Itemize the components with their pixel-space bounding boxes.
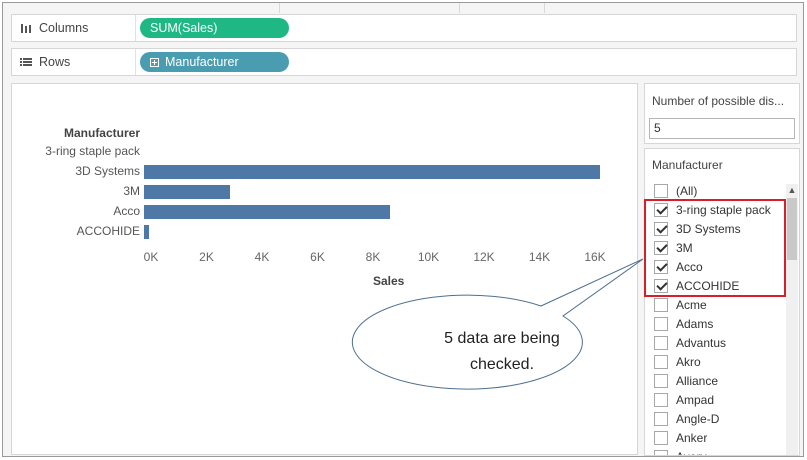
checkbox-unchecked-icon[interactable] bbox=[654, 297, 668, 312]
filter-item[interactable]: Alliance bbox=[654, 371, 718, 390]
filter-item[interactable]: Adams bbox=[654, 314, 713, 333]
filter-scrollbar[interactable]: ▲ bbox=[786, 184, 798, 455]
parameter-input[interactable]: 5 bbox=[649, 118, 795, 139]
x-tick-label: 6K bbox=[310, 250, 325, 264]
rows-label-text: Rows bbox=[39, 55, 71, 69]
manufacturer-pill[interactable]: Manufacturer bbox=[140, 52, 289, 72]
plus-box-icon[interactable] bbox=[150, 57, 159, 67]
category-label: 3M bbox=[123, 184, 140, 198]
x-tick-label: 10K bbox=[417, 250, 440, 264]
filter-title: Manufacturer bbox=[652, 158, 723, 172]
bar[interactable] bbox=[144, 185, 231, 199]
chart-view: Manufacturer 3-ring staple pack 3D System… bbox=[11, 83, 638, 455]
filter-item[interactable]: Avery bbox=[654, 447, 706, 456]
row-header: Manufacturer bbox=[63, 126, 140, 140]
filter-item-label: (All) bbox=[676, 183, 698, 198]
divider bbox=[544, 3, 545, 13]
category-label: 3D Systems bbox=[75, 164, 140, 178]
manufacturer-pill-label: Manufacturer bbox=[165, 55, 239, 69]
filter-item-label: Anker bbox=[676, 430, 708, 445]
filter-item-label: Ampad bbox=[676, 392, 715, 407]
filter-item-label: Adams bbox=[676, 316, 714, 331]
filter-item[interactable]: Angle-D bbox=[654, 409, 719, 428]
filter-item-label: Avery bbox=[676, 450, 706, 456]
filter-item[interactable]: (All) bbox=[654, 181, 697, 200]
x-tick-label: 4K bbox=[254, 250, 270, 264]
filter-item-label: Alliance bbox=[676, 373, 719, 388]
rows-shelf-label: Rows bbox=[12, 49, 136, 75]
parameter-title: Number of possible dis... bbox=[652, 94, 785, 108]
filter-item-label: Akro bbox=[676, 354, 701, 369]
columns-icon bbox=[21, 23, 31, 33]
x-tick-label: 12K bbox=[473, 250, 495, 264]
x-tick-label: 0K bbox=[143, 250, 159, 264]
manufacturer-filter-card: Manufacturer (All) 3-ring staple pack 3D S… bbox=[644, 148, 800, 456]
filter-item[interactable]: Ampad bbox=[654, 390, 714, 409]
checkbox-unchecked-icon[interactable] bbox=[654, 354, 668, 369]
checkbox-unchecked-icon[interactable] bbox=[654, 411, 668, 426]
checkbox-unchecked-icon[interactable] bbox=[654, 373, 668, 388]
x-tick-label: 2K bbox=[199, 250, 214, 264]
sum-sales-pill-label: SUM(Sales) bbox=[150, 21, 218, 35]
filter-item[interactable]: Akro bbox=[654, 352, 701, 371]
bar[interactable] bbox=[144, 225, 149, 239]
filter-item-label: Acme bbox=[676, 297, 707, 312]
checkbox-unchecked-icon[interactable] bbox=[654, 449, 668, 455]
x-tick-label: 8K bbox=[365, 250, 381, 264]
bar[interactable] bbox=[144, 205, 390, 219]
bar[interactable] bbox=[144, 165, 600, 179]
columns-label-text: Columns bbox=[39, 21, 89, 35]
checkbox-unchecked-icon[interactable] bbox=[654, 392, 668, 407]
checkbox-unchecked-icon[interactable] bbox=[654, 430, 668, 445]
x-tick-label: 16K bbox=[584, 250, 606, 264]
rows-shelf[interactable]: Rows Manufacturer bbox=[11, 48, 797, 76]
columns-shelf-label: Columns bbox=[12, 15, 136, 41]
worksheet-frame: Columns SUM(Sales) Rows Manufacturer Man… bbox=[2, 2, 804, 457]
scroll-thumb[interactable] bbox=[787, 198, 797, 260]
divider bbox=[459, 3, 460, 13]
scroll-up-icon[interactable]: ▲ bbox=[786, 185, 798, 195]
filter-item-label: Angle-D bbox=[676, 411, 720, 426]
category-label: ACCOHIDE bbox=[76, 224, 140, 238]
filter-item-label: Advantus bbox=[676, 335, 727, 350]
category-label: 3-ring staple pack bbox=[45, 144, 140, 158]
filter-item[interactable]: Acme bbox=[654, 295, 707, 314]
checkbox-unchecked-icon[interactable] bbox=[654, 335, 668, 350]
filter-item[interactable]: Anker bbox=[654, 428, 707, 447]
category-label: Acco bbox=[113, 204, 140, 218]
divider bbox=[279, 3, 280, 13]
x-tick-label: 14K bbox=[528, 250, 551, 264]
columns-shelf[interactable]: Columns SUM(Sales) bbox=[11, 14, 797, 42]
checked-items-highlight bbox=[644, 199, 786, 297]
checkbox-unchecked-icon[interactable] bbox=[654, 183, 668, 198]
x-axis-title: Sales bbox=[373, 274, 405, 288]
sum-sales-pill[interactable]: SUM(Sales) bbox=[140, 18, 289, 38]
checkbox-unchecked-icon[interactable] bbox=[654, 316, 668, 331]
filter-item[interactable]: Advantus bbox=[654, 333, 726, 352]
parameter-card: Number of possible dis... 5 bbox=[644, 83, 800, 144]
rows-icon bbox=[20, 58, 32, 66]
